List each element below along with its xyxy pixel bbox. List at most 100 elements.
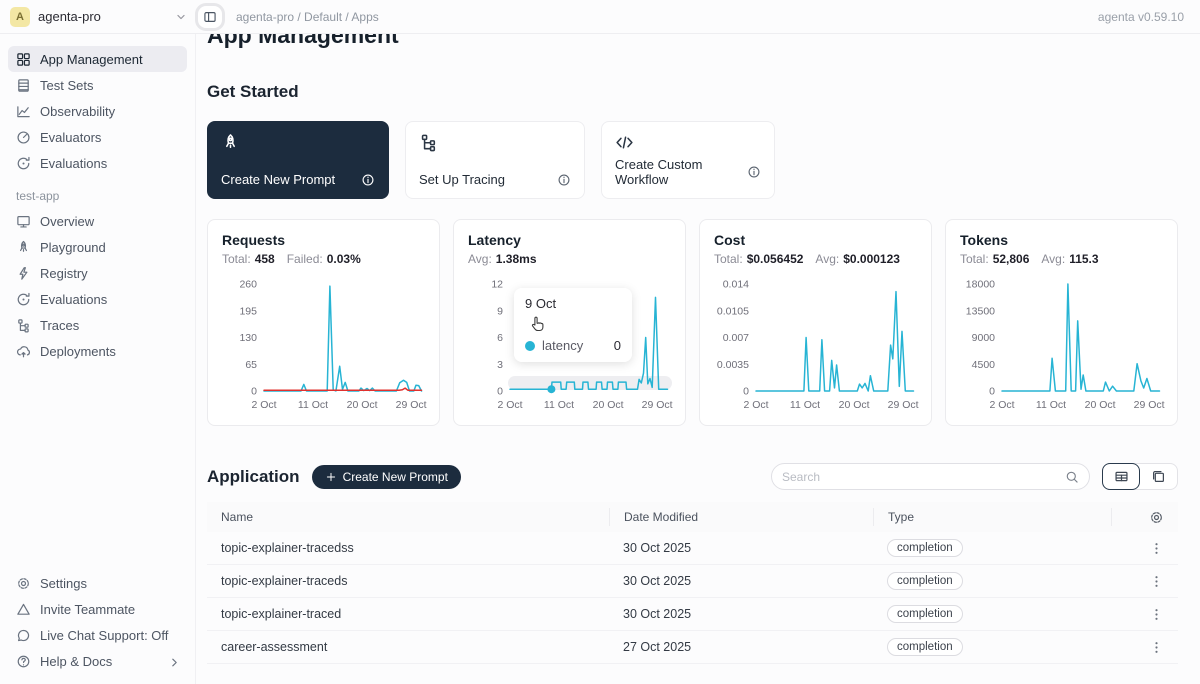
workspace-name: agenta-pro xyxy=(38,9,166,24)
sidebar-item-registry[interactable]: Registry xyxy=(8,260,187,286)
sidebar-item-playground[interactable]: Playground xyxy=(8,234,187,260)
row-actions-menu-icon[interactable] xyxy=(1149,541,1164,556)
svg-text:9: 9 xyxy=(497,305,503,317)
table-row[interactable]: career-assessment27 Oct 2025completion xyxy=(207,631,1178,664)
svg-text:3: 3 xyxy=(497,359,503,371)
cards-view-icon xyxy=(1151,469,1166,484)
svg-text:2 Oct: 2 Oct xyxy=(497,399,522,411)
get-started-card-create-custom-workflow[interactable]: Create Custom Workflow xyxy=(601,121,775,199)
row-actions-menu-icon[interactable] xyxy=(1149,640,1164,655)
sidebar-project-label: test-app xyxy=(16,189,179,203)
sidebar-item-label: Settings xyxy=(40,576,179,591)
sidebar: App Management Test Sets Observability Eval… xyxy=(0,34,196,684)
table-view-icon xyxy=(1114,469,1129,484)
metric-stat: Total:$0.056452 xyxy=(714,252,803,266)
cell-date-modified: 30 Oct 2025 xyxy=(609,574,873,588)
svg-text:260: 260 xyxy=(239,279,257,291)
table-view-button[interactable] xyxy=(1102,463,1140,490)
svg-text:6: 6 xyxy=(497,332,503,344)
sidebar-item-label: Deployments xyxy=(40,344,179,359)
sidebar-footer-list: Settings Invite TeammateLive Chat Support… xyxy=(8,570,187,674)
svg-text:29 Oct: 29 Oct xyxy=(888,399,919,411)
row-actions-menu-icon[interactable] xyxy=(1149,607,1164,622)
sidebar-item-evaluations[interactable]: Evaluations xyxy=(8,286,187,312)
rocket-icon xyxy=(16,240,31,255)
metric-card-requests: RequestsTotal:458Failed:0.03%06513019526… xyxy=(207,219,440,426)
svg-text:0: 0 xyxy=(743,386,749,398)
svg-text:65: 65 xyxy=(245,359,257,371)
sidebar-item-help-docs[interactable]: Help & Docs xyxy=(8,648,187,674)
cursor-hand-icon xyxy=(529,315,547,333)
svg-text:13500: 13500 xyxy=(966,305,995,317)
sidebar-item-label: Evaluations xyxy=(40,156,179,171)
gauge-icon xyxy=(16,130,31,145)
sidebar-item-live-chat-support-off[interactable]: Live Chat Support: Off xyxy=(8,622,187,648)
create-new-prompt-label: Create New Prompt xyxy=(343,470,448,484)
metric-chart[interactable]: 04500900013500180002 Oct11 Oct20 Oct29 O… xyxy=(960,272,1165,413)
svg-text:20 Oct: 20 Oct xyxy=(593,399,624,411)
info-icon[interactable] xyxy=(361,173,375,187)
metric-card-cost: CostTotal:$0.056452Avg:$0.00012300.00350… xyxy=(699,219,932,426)
svg-text:0.014: 0.014 xyxy=(723,279,749,291)
sidebar-item-label: Observability xyxy=(40,104,179,119)
sidebar-item-test-sets[interactable]: Test Sets xyxy=(8,72,187,98)
card-label: Create New Prompt xyxy=(221,172,335,187)
metric-chart[interactable]: 00.00350.0070.01050.0142 Oct11 Oct20 Oct… xyxy=(714,272,919,413)
sidebar-item-invite-teammate[interactable]: Invite Teammate xyxy=(8,596,187,622)
metric-stat: Avg:115.3 xyxy=(1041,252,1098,266)
sidebar-item-evaluators[interactable]: Evaluators xyxy=(8,124,187,150)
info-icon[interactable] xyxy=(747,165,761,179)
chevron-right-icon xyxy=(167,655,179,667)
svg-text:0: 0 xyxy=(989,386,995,398)
svg-text:9000: 9000 xyxy=(972,332,996,344)
table-row[interactable]: topic-explainer-traceds30 Oct 2025comple… xyxy=(207,565,1178,598)
row-actions-menu-icon[interactable] xyxy=(1149,574,1164,589)
refresh-icon xyxy=(16,156,31,171)
svg-text:11 Oct: 11 Oct xyxy=(544,399,574,411)
plus-icon xyxy=(325,471,337,483)
sidebar-item-app-management[interactable]: App Management xyxy=(8,46,187,72)
create-new-prompt-button[interactable]: Create New Prompt xyxy=(312,465,461,489)
cell-type: completion xyxy=(873,638,1111,656)
get-started-card-set-up-tracing[interactable]: Set Up Tracing xyxy=(405,121,585,199)
search-icon[interactable] xyxy=(1065,470,1079,484)
sidebar-toggle-button[interactable] xyxy=(198,6,222,28)
svg-text:4500: 4500 xyxy=(972,359,996,371)
sidebar-item-overview[interactable]: Overview xyxy=(8,208,187,234)
column-settings-gear-icon[interactable] xyxy=(1149,510,1164,525)
sidebar-item-label: App Management xyxy=(40,52,179,67)
chevron-down-icon xyxy=(174,10,188,24)
get-started-card-create-new-prompt[interactable]: Create New Prompt xyxy=(207,121,389,199)
metric-card-latency: LatencyAvg:1.38ms0369122 Oct11 Oct20 Oct… xyxy=(453,219,686,426)
svg-text:18000: 18000 xyxy=(966,279,995,291)
svg-text:29 Oct: 29 Oct xyxy=(396,399,427,411)
cloud-icon xyxy=(16,344,31,359)
cell-date-modified: 30 Oct 2025 xyxy=(609,541,873,555)
cell-name: career-assessment xyxy=(207,640,609,654)
workspace-selector[interactable]: A agenta-pro xyxy=(10,7,188,27)
refresh-icon xyxy=(16,292,31,307)
sidebar-item-traces[interactable]: Traces xyxy=(8,312,187,338)
metric-cards: RequestsTotal:458Failed:0.03%06513019526… xyxy=(207,219,1178,426)
sidebar-item-settings[interactable]: Settings xyxy=(8,570,187,596)
metric-chart[interactable]: 0651301952602 Oct11 Oct20 Oct29 Oct xyxy=(222,272,427,413)
type-badge: completion xyxy=(887,539,963,557)
applications-table: Name Date Modified Type topic-explainer-… xyxy=(207,502,1178,664)
sidebar-item-observability[interactable]: Observability xyxy=(8,98,187,124)
svg-text:11 Oct: 11 Oct xyxy=(790,399,820,411)
workspace-avatar: A xyxy=(10,7,30,27)
card-view-button[interactable] xyxy=(1139,464,1177,489)
topbar: A agenta-pro agenta-pro / Default / Apps… xyxy=(0,0,1200,34)
sidebar-item-evaluations[interactable]: Evaluations xyxy=(8,150,187,176)
svg-text:11 Oct: 11 Oct xyxy=(298,399,328,411)
sidebar-item-deployments[interactable]: Deployments xyxy=(8,338,187,364)
table-row[interactable]: topic-explainer-traced30 Oct 2025complet… xyxy=(207,598,1178,631)
breadcrumb[interactable]: agenta-pro / Default / Apps xyxy=(236,10,1098,24)
sidebar-item-label: Traces xyxy=(40,318,179,333)
panel-toggle-icon xyxy=(203,10,217,24)
bolt-icon xyxy=(16,266,31,281)
svg-text:0.007: 0.007 xyxy=(723,332,749,344)
search-input[interactable] xyxy=(782,470,1059,484)
info-icon[interactable] xyxy=(557,173,571,187)
table-row[interactable]: topic-explainer-tracedss30 Oct 2025compl… xyxy=(207,532,1178,565)
